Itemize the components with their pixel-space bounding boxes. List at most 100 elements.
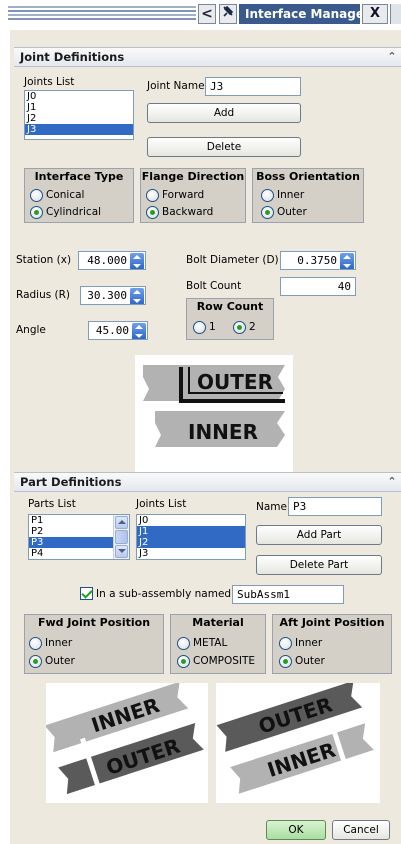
subassembly-name-field[interactable]: SubAssm1 [232,585,344,604]
angle-value: 45.00 [95,324,129,337]
list-item[interactable]: J0 [137,515,245,526]
radio-icon [29,637,42,650]
scroll-up-icon[interactable] [115,516,128,529]
bolt-count-label: Bolt Count [186,280,242,292]
radio-label: Conical [46,189,85,201]
title-overflow [390,4,401,24]
interface-type-group: Interface Type Conical Cylindrical [24,168,134,223]
interface-type-title: Interface Type [34,170,124,183]
radius-label: Radius (R) [16,289,71,301]
joint-name-label: Joint Name [147,80,205,92]
radio-label: Outer [45,655,75,667]
radio-label: METAL [193,637,228,649]
add-joint-button[interactable]: Add [147,103,301,123]
part-joints-list-label: Joints List [136,498,187,510]
radio-icon [279,637,292,650]
radio-metal[interactable]: METAL [177,637,227,651]
radio-inner[interactable]: Inner [261,189,304,203]
delete-part-button[interactable]: Delete Part [256,555,382,575]
subassembly-checkbox-label: In a sub-assembly named [96,588,232,600]
part-name-field[interactable]: P3 [288,497,382,516]
radius-value: 30.300 [87,289,127,302]
bolt-diameter-label: Bolt Diameter (D) [186,254,279,266]
radio-label: Forward [162,189,205,201]
radio-selected-icon [233,321,246,334]
radio-composite[interactable]: COMPOSITE [177,655,255,669]
list-item[interactable]: J1 [25,102,133,113]
parts-list-scrollbar[interactable] [113,515,129,559]
joint-definitions-header[interactable]: Joint Definitions ⌃ [14,47,401,67]
station-field[interactable]: 48.000 [78,251,146,270]
part-definitions-title: Part Definitions [20,475,122,489]
radio-fwd-outer[interactable]: Outer [29,655,75,669]
joint-illustration-svg: OUTER INNER [143,365,285,447]
radio-label: Inner [45,637,73,649]
list-item[interactable]: J3 [137,548,245,559]
angle-field[interactable]: 45.00 [88,321,148,340]
radio-label: Cylindrical [46,206,102,218]
radio-icon [30,189,43,202]
radio-icon [146,189,159,202]
joints-list-label: Joints List [24,76,75,88]
subassembly-checkbox[interactable] [80,587,93,600]
list-item[interactable]: J2 [25,113,133,124]
radio-label: 1 [209,321,216,333]
angle-label: Angle [16,324,46,336]
title-grip[interactable] [8,6,196,20]
bolt-count-field[interactable]: 40 [280,277,356,296]
spinner-icon[interactable] [130,253,144,269]
cancel-button[interactable]: Cancel [332,820,390,840]
joint-name-field[interactable]: J3 [205,77,301,96]
radius-field[interactable]: 30.300 [80,286,146,305]
list-item-selected[interactable]: J3 [25,124,133,135]
radio-label: Outer [277,206,307,218]
parts-list[interactable]: P1 P2 P3 P4 [28,514,130,560]
radio-outer[interactable]: Outer [261,206,307,220]
pin-icon[interactable] [219,4,237,24]
radio-label: Backward [162,206,214,218]
list-item-selected[interactable]: P3 [29,537,113,548]
spinner-icon[interactable] [340,253,354,269]
close-icon[interactable]: X [362,4,388,24]
pin-icon-glyph [223,5,234,17]
bolt-diameter-value: 0.3750 [297,254,337,267]
radio-icon [177,637,190,650]
spinner-icon[interactable] [132,323,146,339]
collapse-chevron-icon[interactable]: ⌃ [385,48,399,66]
radio-icon [261,189,274,202]
add-part-button[interactable]: Add Part [256,525,382,545]
radio-aft-outer[interactable]: Outer [279,655,325,669]
radio-row-count-2[interactable]: 2 [233,321,256,335]
list-item-selected[interactable]: J1 [137,526,245,537]
parts-list-label: Parts List [28,498,76,510]
part-name-label: Name [256,501,287,513]
back-arrow-icon[interactable]: < [198,4,216,24]
radio-row-count-1[interactable]: 1 [193,321,216,335]
radio-fwd-inner[interactable]: Inner [29,637,72,651]
aft-joint-illustration: OUTER INNER [216,680,380,803]
flange-direction-title: Flange Direction [141,170,245,183]
title-bar: < Interface Manager X [0,0,401,30]
scroll-down-icon[interactable] [115,545,128,558]
radio-label: COMPOSITE [193,655,256,667]
radio-aft-inner[interactable]: Inner [279,637,322,651]
radio-cylindrical[interactable]: Cylindrical [30,206,101,220]
radio-backward[interactable]: Backward [146,206,213,220]
spinner-icon[interactable] [130,288,144,304]
station-label: Station (x) [16,254,72,266]
part-definitions-header[interactable]: Part Definitions ⌃ [14,472,401,492]
list-item[interactable]: J0 [25,91,133,102]
aft-illustration-top-label: OUTER [256,692,336,738]
collapse-chevron-icon[interactable]: ⌃ [385,473,399,491]
scroll-thumb[interactable] [115,530,128,544]
delete-joint-button[interactable]: Delete [147,137,301,157]
radio-selected-icon [146,206,159,219]
fwd-joint-position-group: Fwd Joint Position Inner Outer [24,614,164,674]
radio-conical[interactable]: Conical [30,189,84,203]
joints-list[interactable]: J0 J1 J2 J3 [24,90,134,140]
ok-button[interactable]: OK [266,820,326,840]
list-item-selected[interactable]: J2 [137,537,245,548]
bolt-diameter-field[interactable]: 0.3750 [280,251,356,270]
part-joints-list[interactable]: J0 J1 J2 J3 [136,514,246,560]
radio-forward[interactable]: Forward [146,189,204,203]
